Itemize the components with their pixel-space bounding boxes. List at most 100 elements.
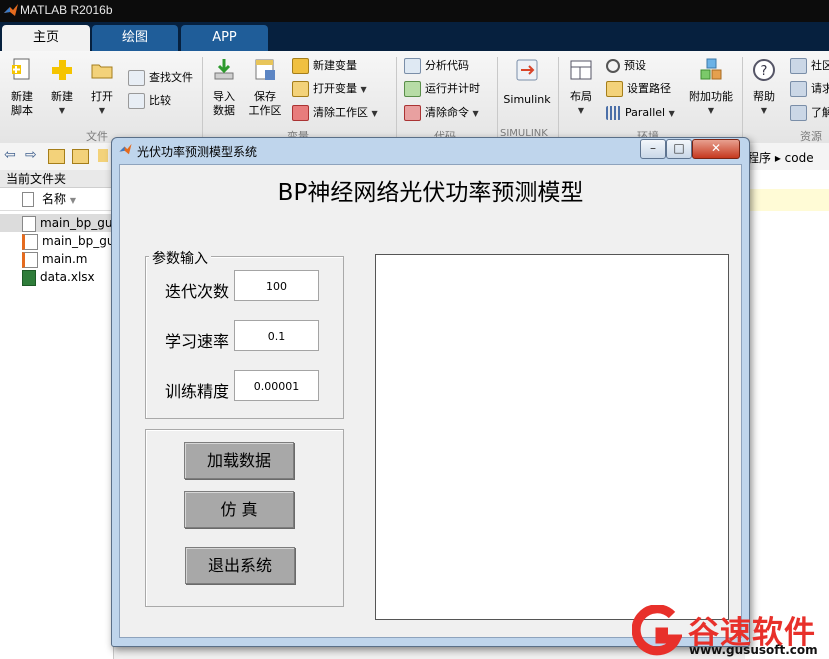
watermark-logo: 谷速软件 www.gususoft.com (632, 603, 829, 659)
maximize-button[interactable]: □ (666, 139, 692, 159)
group-file-label: 文件 (86, 130, 108, 143)
new-button[interactable]: 新建 ▼ (44, 57, 80, 118)
addons-dropdown-icon: ▼ (707, 106, 715, 115)
open-variable-button[interactable]: 打开变量 ▼ (292, 80, 367, 98)
open-variable-label: 打开变量 (313, 82, 357, 95)
community-label: 社区 (811, 59, 829, 72)
iterations-input[interactable]: 100 (234, 270, 319, 301)
open-dropdown-icon: ▼ (98, 106, 106, 115)
maximize-icon: □ (673, 141, 685, 155)
set-path-icon (606, 81, 623, 97)
dialog-title-bar[interactable]: 光伏功率预测模型系统 – □ ✕ (112, 138, 749, 162)
group-resources-label: 资源 (800, 130, 822, 143)
load-data-button[interactable]: 加载数据 (184, 442, 294, 479)
file-item[interactable]: main_bp_gu (0, 232, 113, 250)
close-button[interactable]: ✕ (692, 139, 740, 159)
run-and-time-button[interactable]: 运行并计时 (404, 80, 480, 98)
save-workspace-label: 保存 工作区 (248, 90, 282, 117)
new-script-button[interactable]: 新建 脚本 (4, 57, 40, 118)
exit-system-button[interactable]: 退出系统 (185, 547, 295, 584)
import-data-button[interactable]: 导入 数据 (208, 57, 240, 118)
community-icon (790, 58, 807, 74)
file-name: main_bp_gu (42, 234, 113, 248)
training-precision-label: 训练精度 (165, 382, 230, 401)
learning-rate-input[interactable]: 0.1 (234, 320, 319, 351)
open-button[interactable]: 打开 ▼ (84, 57, 120, 118)
learn-label: 了解 (811, 106, 829, 119)
import-data-label: 导入 数据 (213, 90, 235, 117)
minimize-icon: – (650, 141, 656, 155)
dialog-title: 光伏功率预测模型系统 (137, 145, 258, 159)
back-arrow-icon[interactable]: ⇦ (4, 147, 16, 163)
analyze-code-button[interactable]: 分析代码 (404, 57, 469, 75)
new-variable-button[interactable]: 新建变量 (292, 57, 357, 75)
name-column-header[interactable]: 名称 ▼ (0, 189, 113, 211)
analyze-code-label: 分析代码 (425, 59, 469, 72)
new-plus-icon (52, 60, 72, 80)
app-title: MATLAB R2016b (20, 3, 113, 17)
request-support-icon (790, 81, 807, 97)
community-button[interactable]: 社区 (790, 57, 829, 75)
request-support-button[interactable]: 请求 (790, 80, 829, 98)
dialog-content: BP神经网络光伏功率预测模型 参数输入 迭代次数 100 学习速率 0.1 训练… (119, 164, 742, 638)
help-icon: ? (753, 59, 775, 81)
tab-home[interactable]: 主页 (2, 25, 90, 51)
parallel-button[interactable]: Parallel ▼ (606, 104, 675, 122)
layout-button[interactable]: 布局 ▼ (564, 57, 598, 118)
ribbon-separator (558, 57, 559, 137)
find-files-button[interactable]: 查找文件 (128, 69, 193, 87)
parallel-icon (606, 106, 621, 120)
ribbon-tab-strip: 主页 绘图 APP (0, 22, 829, 51)
help-button[interactable]: ? 帮助 ▼ (748, 57, 780, 118)
new-label: 新建 (51, 90, 73, 103)
new-dropdown-icon: ▼ (58, 106, 66, 115)
compare-button[interactable]: 比较 (128, 92, 171, 110)
params-panel: 参数输入 迭代次数 100 学习速率 0.1 训练精度 0.00001 (145, 248, 344, 419)
tab-plots[interactable]: 绘图 (92, 25, 178, 51)
save-workspace-button[interactable]: 保存 工作区 (246, 57, 284, 118)
clear-workspace-icon (292, 105, 309, 121)
editor-highlight-line (745, 189, 829, 211)
clear-workspace-dropdown-icon: ▼ (371, 109, 378, 118)
preferences-label: 预设 (624, 59, 646, 72)
forward-arrow-icon[interactable]: ⇨ (25, 147, 37, 163)
addons-label: 附加功能 (689, 90, 733, 103)
clear-workspace-button[interactable]: 清除工作区 ▼ (292, 104, 378, 122)
minimize-button[interactable]: – (640, 139, 666, 159)
up-folder-icon[interactable] (48, 149, 65, 164)
file-item[interactable]: main_bp_gu (0, 214, 113, 232)
tab-apps[interactable]: APP (181, 25, 268, 51)
clear-commands-button[interactable]: 清除命令 ▼ (404, 104, 479, 122)
set-path-button[interactable]: 设置路径 (606, 80, 671, 98)
file-name: main.m (42, 252, 88, 266)
analyze-code-icon (404, 58, 421, 74)
learn-button[interactable]: 了解 (790, 104, 829, 122)
request-support-label: 请求 (811, 82, 829, 95)
new-script-label: 新建 脚本 (11, 90, 33, 117)
addons-button[interactable]: 附加功能 ▼ (686, 57, 736, 118)
file-item[interactable]: data.xlsx (0, 268, 113, 286)
matlab-figure-icon (119, 143, 132, 155)
ribbon-separator (497, 57, 498, 137)
simulink-icon (516, 59, 538, 81)
actions-panel: 加载数据 仿 真 退出系统 (145, 429, 344, 607)
ribbon-separator (396, 57, 397, 137)
name-column-label: 名称 (42, 192, 67, 206)
params-panel-title: 参数输入 (149, 248, 211, 268)
file-item[interactable]: main.m (0, 250, 113, 268)
layout-dropdown-icon: ▼ (577, 106, 585, 115)
close-icon: ✕ (710, 141, 722, 155)
preferences-button[interactable]: 预设 (606, 57, 646, 75)
simulate-button[interactable]: 仿 真 (184, 491, 294, 528)
browse-folder-icon[interactable] (72, 149, 89, 164)
training-precision-input[interactable]: 0.00001 (234, 370, 319, 401)
learn-icon (790, 105, 807, 121)
current-folder-title: 当前文件夹 (0, 170, 113, 188)
file-column-icon (22, 192, 34, 207)
new-script-icon (12, 58, 30, 80)
fig-file-icon (22, 215, 36, 232)
current-path-tail[interactable]: 程序 ▸ code (747, 149, 814, 166)
simulink-label: Simulink (503, 93, 551, 106)
simulink-button[interactable]: Simulink (502, 57, 552, 107)
plot-axes-area (375, 254, 729, 620)
